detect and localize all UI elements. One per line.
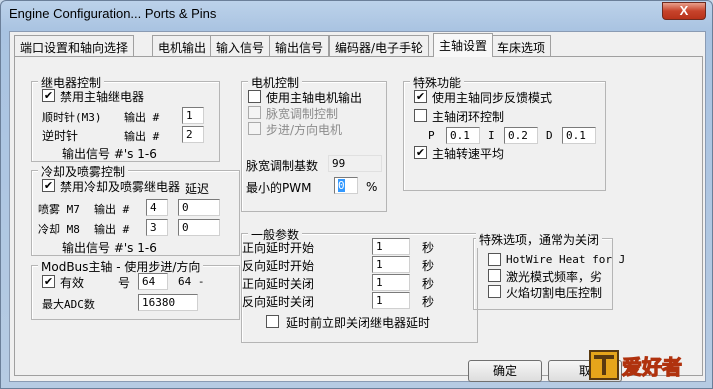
- laser-mode-checkbox[interactable]: [488, 269, 501, 282]
- rev-delay-start-input[interactable]: 1: [372, 256, 410, 273]
- cw-output-input[interactable]: 1: [182, 107, 204, 124]
- dialog-window: Engine Configuration... Ports & Pins X 端…: [0, 0, 713, 389]
- disable-coolant-relay-checkbox[interactable]: ✔: [42, 179, 55, 192]
- modbus-register-suffix: 64 -: [178, 275, 205, 288]
- modbus-register-input[interactable]: 64: [138, 273, 168, 290]
- fwd-delay-start-label: 正向延时开始: [242, 241, 315, 255]
- tab-spindle-setup[interactable]: 主轴设置: [433, 33, 494, 57]
- fwd-delay-start-input[interactable]: 1: [372, 238, 410, 255]
- relay-note: 输出信号 #'s 1-6: [62, 147, 157, 161]
- flood-output-label: 输出 #: [94, 223, 130, 236]
- min-pwm-percent: %: [366, 180, 378, 194]
- hotwire-label: HotWire Heat for J: [506, 253, 626, 266]
- p-gain-input[interactable]: 0.1: [446, 127, 480, 144]
- tab-lathe-options[interactable]: 车床选项: [491, 35, 552, 56]
- cw-output-label: 输出 #: [124, 111, 160, 124]
- fwd-delay-stop-label: 正向延时关闭: [242, 277, 315, 291]
- min-pwm-value: 0: [338, 179, 345, 192]
- immediate-relay-off-checkbox[interactable]: [266, 315, 279, 328]
- closed-loop-checkbox[interactable]: [414, 109, 427, 122]
- special-options-legend: 特殊选项，通常为关闭: [476, 231, 603, 248]
- rev-delay-stop-unit: 秒: [422, 295, 435, 309]
- coolant-mist-group: 冷却及喷雾控制 ✔ 禁用冷却及喷雾继电器 延迟 喷雾 M7 输出 # 4 0 冷…: [31, 163, 240, 256]
- hotwire-checkbox[interactable]: [488, 253, 501, 266]
- disable-coolant-relay-label: 禁用冷却及喷雾继电器: [60, 180, 181, 194]
- i-gain-input[interactable]: 0.2: [504, 127, 538, 144]
- d-gain-input[interactable]: 0.1: [562, 127, 596, 144]
- fwd-delay-stop-unit: 秒: [422, 277, 435, 291]
- ccw-output-label: 输出 #: [124, 130, 160, 143]
- pwm-base-input[interactable]: 99: [328, 155, 382, 172]
- special-functions-group: 特殊功能 ✔ 使用主轴同步反馈模式 主轴闭环控制 P 0.1 I 0.2 D 0…: [403, 74, 606, 191]
- tab-output-signals[interactable]: 输出信号: [269, 35, 330, 56]
- flame-cut-label: 火焰切割电压控制: [506, 286, 603, 300]
- rev-delay-stop-label: 反向延时关闭: [242, 295, 315, 309]
- pwm-base-label: 脉宽调制基数: [246, 159, 319, 173]
- ok-button[interactable]: 确定: [468, 360, 542, 382]
- disable-spindle-relay-checkbox[interactable]: ✔: [42, 89, 55, 102]
- coolant-note: 输出信号 #'s 1-6: [62, 241, 157, 255]
- watermark-logo: 爱好者: [589, 350, 683, 380]
- fwd-delay-stop-input[interactable]: 1: [372, 274, 410, 291]
- mist-output-label: 输出 #: [94, 203, 130, 216]
- disable-spindle-relay-label: 禁用主轴继电器: [60, 90, 145, 104]
- ccw-output-input[interactable]: 2: [182, 126, 204, 143]
- modbus-enabled-label: 有效: [60, 276, 85, 290]
- spindle-sync-feedback-checkbox[interactable]: ✔: [414, 90, 427, 103]
- pwm-control-checkbox[interactable]: [248, 106, 261, 119]
- speed-averaging-label: 主轴转速平均: [432, 147, 505, 161]
- motor-control-group: 电机控制 使用主轴电机输出 脉宽调制控制 步进/方向电机 脉宽调制基数 99 最…: [241, 74, 387, 212]
- tab-ports-axes[interactable]: 端口设置和轴向选择: [14, 35, 135, 56]
- cw-label: 顺时针(M3): [42, 111, 102, 124]
- max-adc-label: 最大ADC数: [42, 298, 95, 311]
- modbus-spindle-group: ModBus主轴 - 使用步进/方向 ✔ 有效 号 64 64 - 最大ADC数…: [31, 258, 240, 320]
- spindle-setup-panel: 继电器控制 ✔ 禁用主轴继电器 顺时针(M3) 输出 # 1 逆时针 输出 # …: [14, 56, 703, 376]
- mist-delay-input[interactable]: 0: [178, 199, 220, 216]
- min-pwm-label: 最小的PWM: [246, 181, 312, 195]
- modbus-enabled-checkbox[interactable]: ✔: [42, 275, 55, 288]
- min-pwm-input[interactable]: 0: [334, 177, 358, 194]
- flood-output-input[interactable]: 3: [146, 219, 168, 236]
- use-spindle-motor-output-label: 使用主轴电机输出: [266, 91, 363, 105]
- ccw-label: 逆时针: [42, 129, 79, 143]
- speed-averaging-checkbox[interactable]: ✔: [414, 146, 427, 159]
- max-adc-input[interactable]: 16380: [138, 294, 198, 311]
- fwd-delay-start-unit: 秒: [422, 241, 435, 255]
- mist-label: 喷雾 M7: [38, 203, 80, 216]
- dialog-client: 端口设置和轴向选择 电机输出 输入信号 输出信号 编码器/电子手轮 主轴设置 车…: [9, 31, 706, 382]
- flood-delay-input[interactable]: 0: [178, 219, 220, 236]
- i-gain-label: I: [488, 129, 495, 142]
- immediate-relay-off-label: 延时前立即关闭继电器延时: [286, 316, 431, 330]
- rev-delay-start-label: 反向延时开始: [242, 259, 315, 273]
- modbus-register-label: 号: [118, 276, 131, 290]
- window-title: Engine Configuration... Ports & Pins: [9, 6, 217, 21]
- rev-delay-stop-input[interactable]: 1: [372, 292, 410, 309]
- step-dir-motor-checkbox[interactable]: [248, 122, 261, 135]
- special-options-group: 特殊选项，通常为关闭 HotWire Heat for J 激光模式频率，劣 火…: [473, 231, 625, 310]
- modbus-spindle-legend: ModBus主轴 - 使用步进/方向: [38, 258, 204, 275]
- tab-motor-outputs[interactable]: 电机输出: [152, 35, 213, 56]
- pwm-control-label: 脉宽调制控制: [266, 107, 339, 121]
- flame-cut-checkbox[interactable]: [488, 285, 501, 298]
- tab-encoder-mpg[interactable]: 编码器/电子手轮: [329, 35, 430, 56]
- laser-mode-label: 激光模式频率，劣: [506, 270, 603, 284]
- closed-loop-label: 主轴闭环控制: [432, 110, 505, 124]
- general-params-group: 一般参数 正向延时开始 1 秒 反向延时开始 1 秒 正向延时关闭 1 秒 反向…: [241, 226, 478, 343]
- rev-delay-start-unit: 秒: [422, 259, 435, 273]
- spindle-sync-feedback-label: 使用主轴同步反馈模式: [432, 91, 553, 105]
- close-button[interactable]: X: [662, 2, 706, 20]
- tab-input-signals[interactable]: 输入信号: [210, 35, 271, 56]
- mist-output-input[interactable]: 4: [146, 199, 168, 216]
- flood-label: 冷却 M8: [38, 223, 80, 236]
- step-dir-motor-label: 步进/方向电机: [266, 123, 343, 137]
- p-gain-label: P: [428, 129, 435, 142]
- relay-control-group: 继电器控制 ✔ 禁用主轴继电器 顺时针(M3) 输出 # 1 逆时针 输出 # …: [31, 74, 220, 162]
- d-gain-label: D: [546, 129, 553, 142]
- use-spindle-motor-output-checkbox[interactable]: [248, 90, 261, 103]
- watermark-text: 爱好者: [622, 355, 682, 379]
- delay-header: 延迟: [185, 182, 210, 196]
